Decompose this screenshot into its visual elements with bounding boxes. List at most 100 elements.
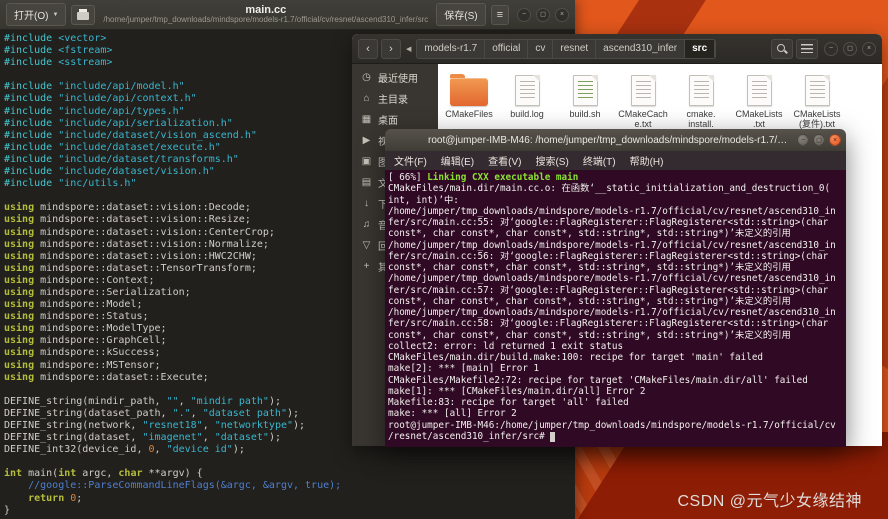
code-line: return 0; (28, 492, 83, 504)
file-item[interactable]: CMakeCach e.txt (614, 71, 672, 129)
sidebar-item-icon: ▤ (361, 177, 372, 188)
breadcrumb-item[interactable]: official (485, 39, 529, 58)
terminal-line: const*, char const*, char const*, std::s… (388, 329, 791, 341)
desktop: CSDN @元气少女缘结神 打开(O) ▼ main.cc /home/jump… (0, 0, 888, 519)
terminal-menubar: 文件(F) 编辑(E) 查看(V) 搜索(S) 终端(T) 帮助(H) (385, 151, 846, 170)
breadcrumb-item[interactable]: models-r1.7 (417, 39, 486, 58)
minimize-button[interactable]: − (517, 7, 531, 22)
terminal-line: CMakeFiles/main.dir/build.make:100: reci… (388, 352, 764, 363)
sidebar-item-icon: ◷ (362, 72, 371, 83)
terminal-menu-item[interactable]: 搜索(S) (535, 153, 568, 168)
terminal-line: fer/src/main.cc:58: 对‘google::FlagRegist… (388, 318, 829, 330)
terminal-window-controls: − ◻ × (797, 134, 841, 146)
terminal-line: const*, char const*, char const*, std::s… (388, 228, 791, 240)
editor-window-controls: − ◻ × (517, 7, 569, 22)
sidebar-item-label: 主目录 (378, 95, 408, 106)
terminal-close-button[interactable]: × (829, 134, 841, 146)
text-file-icon (514, 75, 540, 106)
text-file-icon (630, 75, 656, 106)
code-line: int main(int argc, char **argv) { (4, 468, 203, 480)
code-line: //google::ParseCommandLineFlags(&argc, &… (28, 480, 342, 492)
terminal-menu-item[interactable]: 帮助(H) (630, 153, 664, 168)
terminal-menu-item[interactable]: 文件(F) (394, 153, 427, 168)
terminal-line: fer/src/main.cc:57: 对‘google::FlagRegist… (388, 284, 829, 296)
terminal-line: /resnet/ascend310_infer/src# (388, 431, 843, 442)
terminal-menu-item[interactable]: 编辑(E) (441, 153, 474, 168)
path-scroll-left-button[interactable]: ◀ (404, 45, 413, 53)
terminal-title: root@jumper-IMB-M46: /home/jumper/tmp_do… (428, 134, 791, 146)
terminal-output[interactable]: [ 66%] Linking CXX executable main CMakeF… (385, 170, 846, 447)
terminal-line: const*, char const*, char const*, std::s… (388, 262, 791, 273)
breadcrumb-item[interactable]: resnet (553, 39, 597, 58)
sidebar-item-icon: ▣ (361, 156, 372, 167)
printer-icon (77, 8, 90, 20)
terminal-titlebar[interactable]: root@jumper-IMB-M46: /home/jumper/tmp_do… (385, 129, 846, 151)
sidebar-item-label: 最近使用 (378, 74, 418, 85)
terminal-line: const*, char const*, char const*, std::s… (388, 295, 791, 307)
search-button[interactable] (771, 38, 793, 59)
open-button[interactable]: 打开(O) ▼ (6, 3, 67, 26)
shell-script-icon (572, 75, 598, 106)
sidebar-item[interactable]: ⌂ 主目录 (352, 88, 438, 109)
forward-button[interactable]: › (381, 38, 401, 59)
file-item[interactable]: build.sh (556, 71, 614, 119)
terminal-line: make[1]: *** [CMakeFiles/main.dir/all] E… (388, 385, 646, 397)
search-icon (776, 43, 788, 55)
terminal-line: collect2: error: ld returned 1 exit stat… (388, 340, 624, 352)
breadcrumb-item[interactable]: ascend310_infer (596, 39, 686, 58)
editor-headerbar: 打开(O) ▼ main.cc /home/jumper/tmp_downloa… (0, 0, 575, 30)
chevron-down-icon: ▼ (52, 11, 59, 18)
terminal-menu-item[interactable]: 终端(T) (583, 153, 616, 168)
maximize-button[interactable]: ◻ (536, 7, 550, 22)
code-line: } (4, 504, 11, 516)
file-manager-headerbar: ‹ › ◀ models-r1.7 official cv resnet ascend3… (352, 34, 882, 64)
file-name-label: CMakeLists (复件).txt (793, 109, 841, 129)
file-item[interactable]: build.log (498, 71, 556, 119)
file-name-label: CMakeLists .txt (735, 109, 783, 129)
terminal-line: fer/src/main.cc:55: 对‘google::FlagRegist… (388, 217, 829, 228)
file-name-label: build.sh (569, 109, 601, 119)
file-item[interactable]: CMakeFiles (440, 71, 498, 119)
terminal-maximize-button[interactable]: ◻ (813, 134, 825, 146)
terminal-line: int, int)’中: (388, 194, 459, 206)
sidebar-item[interactable]: ◷ 最近使用 (352, 67, 438, 88)
close-button[interactable]: × (555, 7, 569, 22)
file-item[interactable]: CMakeLists (复件).txt (788, 71, 846, 129)
terminal-menu-item[interactable]: 查看(V) (488, 153, 521, 168)
back-button[interactable]: ‹ (358, 38, 378, 59)
terminal-line: /home/jumper/tmp_downloads/mindspore/mod… (388, 273, 836, 285)
document-title: main.cc (245, 3, 287, 16)
sidebar-item-icon: ▶ (362, 135, 371, 146)
terminal-minimize-button[interactable]: − (797, 134, 809, 146)
folder-icon (450, 74, 488, 106)
file-name-label: CMakeCach e.txt (618, 109, 668, 129)
sidebar-item[interactable]: ▦ 桌面 (352, 109, 438, 130)
list-view-icon (801, 44, 813, 53)
csdn-watermark: CSDN @元气少女缘结神 (677, 493, 862, 510)
terminal-line: Makefile:83: recipe for target 'all' fai… (388, 397, 629, 408)
editor-title-group: main.cc /home/jumper/tmp_downloads/minds… (100, 4, 431, 25)
terminal-line: make[2]: *** [main] Error 1 (388, 363, 540, 375)
fm-close-button[interactable]: × (862, 41, 876, 56)
text-file-icon (688, 75, 714, 106)
fm-maximize-button[interactable]: ◻ (843, 41, 857, 56)
sidebar-item-icon: ▽ (362, 240, 371, 251)
terminal-line: make: *** [all] Error 2 (388, 408, 517, 420)
terminal-line: CMakeFiles/Makefile2:72: recipe for targ… (388, 374, 808, 386)
terminal-line: CMakeFiles/main.dir/main.cc.o: 在函数‘__sta… (388, 183, 831, 195)
terminal-line: /home/jumper/tmp_downloads/mindspore/mod… (388, 205, 836, 217)
terminal-line: [ 66%] Linking CXX executable main (388, 172, 579, 183)
view-toggle-button[interactable] (796, 38, 818, 59)
breadcrumb-item[interactable]: cv (528, 39, 554, 58)
file-item[interactable]: CMakeLists .txt (730, 71, 788, 129)
document-path: /home/jumper/tmp_downloads/mindspore/mod… (103, 16, 429, 25)
print-button[interactable] (71, 4, 96, 25)
terminal-window: root@jumper-IMB-M46: /home/jumper/tmp_do… (385, 129, 846, 447)
fm-minimize-button[interactable]: − (824, 41, 838, 56)
breadcrumb-item[interactable]: src (685, 39, 716, 58)
hamburger-menu-button[interactable]: ≡ (490, 4, 509, 25)
text-file-icon (804, 75, 830, 106)
text-file-icon (746, 75, 772, 106)
save-button[interactable]: 保存(S) (436, 3, 486, 26)
